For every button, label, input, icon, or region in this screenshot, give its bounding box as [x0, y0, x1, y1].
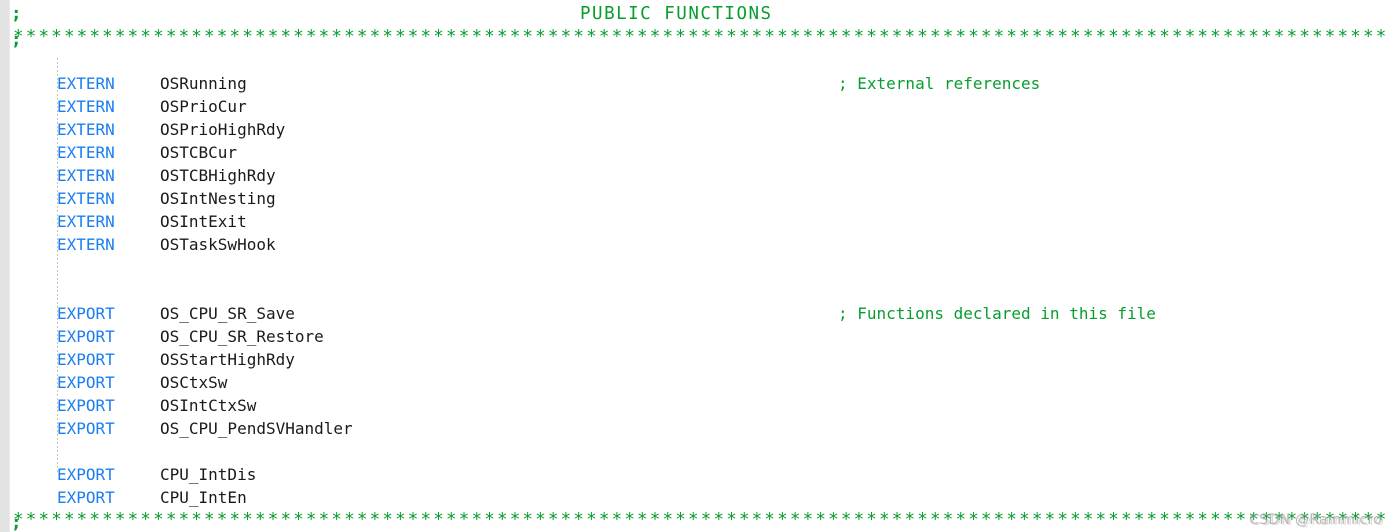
comment-external-references: ; External references — [838, 74, 1041, 93]
banner-separator-top: ****************************************… — [13, 27, 1386, 47]
extern-keyword: EXTERN — [57, 212, 115, 231]
extern-symbol: OSIntExit — [160, 212, 247, 231]
export-keyword: EXPORT — [57, 396, 115, 415]
extern-keyword: EXTERN — [57, 97, 115, 116]
export-symbol: OSStartHighRdy — [160, 350, 295, 369]
extern-symbol: OSIntNesting — [160, 189, 276, 208]
export-symbol: OSCtxSw — [160, 373, 228, 392]
banner-title: PUBLIC FUNCTIONS — [580, 4, 773, 24]
export-symbol-cpu: CPU_IntEn — [160, 488, 247, 507]
banner-separator-bottom: ****************************************… — [13, 510, 1386, 530]
export-keyword-cpu: EXPORT — [57, 465, 115, 484]
extern-symbol: OSPrioCur — [160, 97, 247, 116]
extern-keyword: EXTERN — [57, 166, 115, 185]
code-content[interactable]: ; PUBLIC FUNCTIONS ***********************… — [0, 0, 1386, 532]
extern-symbol: OSPrioHighRdy — [160, 120, 286, 139]
extern-keyword: EXTERN — [57, 143, 115, 162]
extern-symbol: OSTCBHighRdy — [160, 166, 276, 185]
export-keyword: EXPORT — [57, 419, 115, 438]
banner-semicolon-top: ; — [11, 4, 22, 24]
comment-functions-declared: ; Functions declared in this file — [838, 304, 1156, 323]
code-editor[interactable]: ; PUBLIC FUNCTIONS ***********************… — [0, 0, 1386, 532]
export-symbol: OS_CPU_SR_Restore — [160, 327, 324, 346]
export-symbol: OS_CPU_SR_Save — [160, 304, 295, 323]
extern-keyword: EXTERN — [57, 189, 115, 208]
extern-keyword: EXTERN — [57, 74, 115, 93]
export-keyword: EXPORT — [57, 327, 115, 346]
extern-symbol: OSTCBCur — [160, 143, 238, 162]
export-keyword-cpu: EXPORT — [57, 488, 115, 507]
extern-keyword: EXTERN — [57, 235, 115, 254]
extern-symbol: OSTaskSwHook — [160, 235, 276, 254]
banner-semicolon-bottom: ; — [11, 513, 22, 532]
export-symbol: OSIntCtxSw — [160, 396, 257, 415]
extern-symbol: OSRunning — [160, 74, 247, 93]
extern-keyword: EXTERN — [57, 120, 115, 139]
export-symbol: OS_CPU_PendSVHandler — [160, 419, 353, 438]
export-keyword: EXPORT — [57, 304, 115, 323]
export-symbol-cpu: CPU_IntDis — [160, 465, 257, 484]
export-keyword: EXPORT — [57, 373, 115, 392]
export-keyword: EXPORT — [57, 350, 115, 369]
banner-semicolon-top2: ; — [11, 30, 22, 50]
